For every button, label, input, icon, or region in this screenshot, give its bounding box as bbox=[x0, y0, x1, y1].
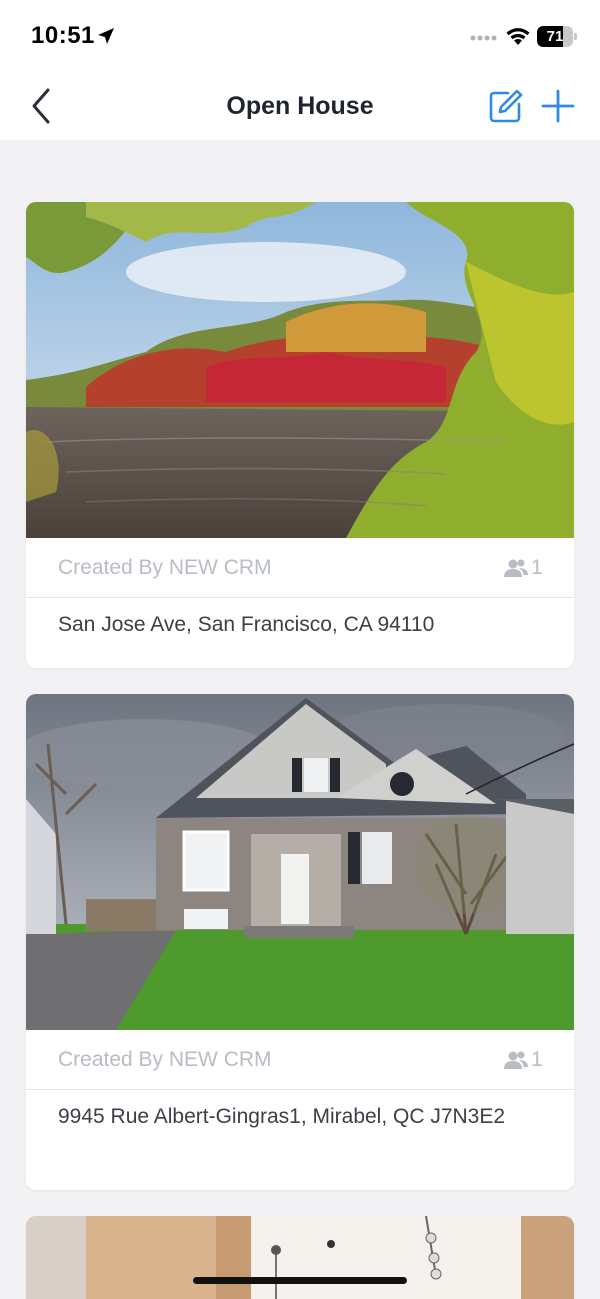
listing-address: San Jose Ave, San Francisco, CA 94110 bbox=[58, 613, 435, 636]
listing-photo-interior bbox=[26, 1216, 574, 1299]
listing-card[interactable]: Created By NEW CRM 1 San Jose Ave, San F… bbox=[26, 202, 574, 668]
people-icon bbox=[504, 559, 528, 577]
navigation-bar: Open House bbox=[0, 72, 600, 140]
people-icon bbox=[504, 1051, 528, 1069]
listing-card[interactable]: Created By NEW CRM 1 9945 Rue Albert-Gin… bbox=[26, 694, 574, 1190]
wifi-icon bbox=[506, 28, 530, 45]
listing-meta-row: Created By NEW CRM 1 bbox=[26, 538, 574, 598]
listing-photo-house bbox=[26, 694, 574, 1030]
edit-icon[interactable] bbox=[488, 88, 524, 124]
creator-label: Created By NEW CRM bbox=[58, 1048, 272, 1071]
status-bar: 10:51 71 bbox=[0, 0, 600, 72]
battery-indicator: 71 bbox=[537, 26, 577, 47]
plus-icon[interactable] bbox=[540, 88, 576, 124]
attendee-count: 1 bbox=[531, 1048, 543, 1071]
creator-label: Created By NEW CRM bbox=[58, 556, 272, 579]
location-arrow-icon bbox=[98, 28, 114, 44]
listing-address: 9945 Rue Albert-Gingras1, Mirabel, QC J7… bbox=[58, 1105, 506, 1128]
cellular-signal-icon bbox=[470, 35, 497, 41]
chevron-left-icon[interactable] bbox=[28, 86, 56, 126]
status-time: 10:51 bbox=[31, 22, 95, 49]
home-indicator[interactable] bbox=[193, 1277, 407, 1284]
listing-card[interactable] bbox=[26, 1216, 574, 1299]
listing-photo-river bbox=[26, 202, 574, 538]
attendee-count: 1 bbox=[531, 556, 543, 579]
battery-percent: 71 bbox=[546, 28, 564, 45]
listing-meta-row: Created By NEW CRM 1 bbox=[26, 1030, 574, 1090]
